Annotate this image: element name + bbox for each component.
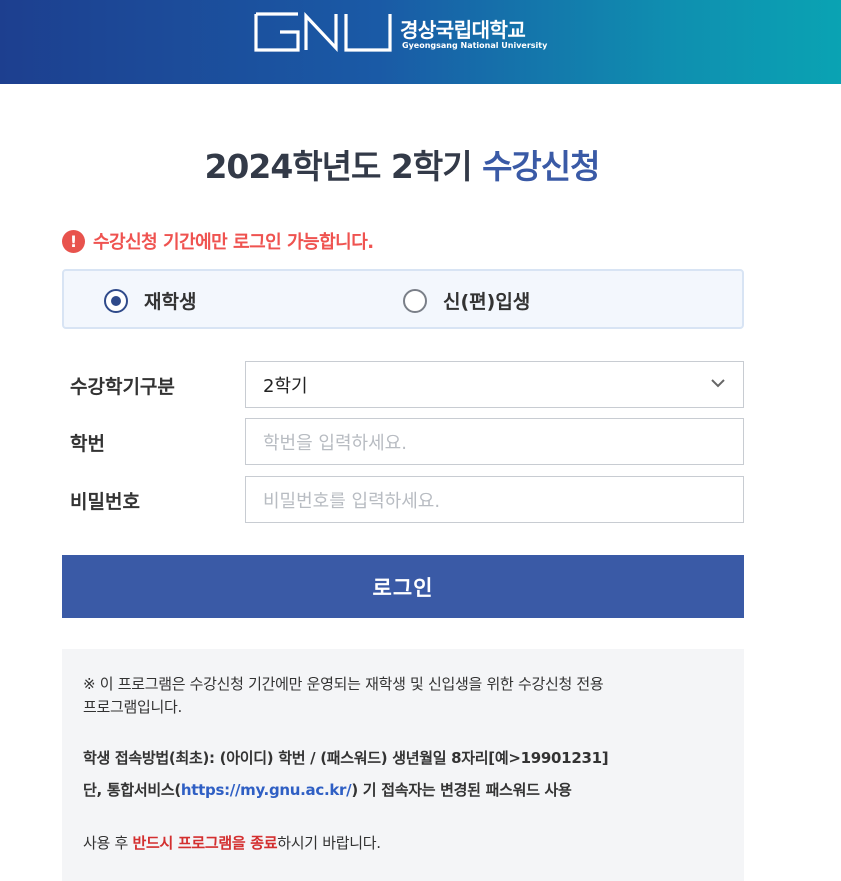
info-integrated-service: 단, 통합서비스(https://my.gnu.ac.kr/) 기 접속자는 변… [83,779,572,800]
university-name-kr: 경상국립대학교 [400,18,526,42]
radio-unchecked-icon[interactable] [403,288,427,313]
info-login-method: 학생 접속방법(최초): (아이디) 학번 / (패스워드) 생년월일 8자리[… [83,749,609,767]
title-prefix: 2024학년도 2학기 [204,147,483,186]
radio-label-new[interactable]: 신(편)입생 [443,287,530,314]
radio-enrolled-student[interactable]: 재학생 [104,287,196,314]
password-input[interactable]: 비밀번호를 입력하세요. [245,476,744,523]
university-name-en: Gyeongsang National University [402,41,548,50]
radio-label-enrolled[interactable]: 재학생 [144,287,196,314]
semester-select-value: 2학기 [263,375,308,397]
info-line5-prefix: 사용 후 [83,834,133,852]
gnu-logo-mark [254,12,392,52]
login-period-notice: ! 수강신청 기간에만 로그인 가능합니다. [62,228,374,254]
header-bar: 경상국립대학교 Gyeongsang National University [0,0,841,84]
chevron-down-icon [711,379,725,388]
info-line-2: 프로그램입니다. [83,698,182,716]
integrated-service-link[interactable]: https://my.gnu.ac.kr/ [181,781,352,799]
notice-text: 수강신청 기간에만 로그인 가능합니다. [93,232,374,253]
title-accent: 수강신청 [482,147,600,186]
semester-select[interactable]: 2학기 [245,361,744,408]
radio-checked-icon[interactable] [104,288,128,313]
login-button[interactable]: 로그인 [62,555,744,618]
semester-label: 수강학기구분 [70,376,175,398]
student-id-input[interactable]: 학번을 입력하세요. [245,418,744,465]
password-placeholder: 비밀번호를 입력하세요. [263,490,441,512]
university-logo[interactable]: 경상국립대학교 Gyeongsang National University [254,12,554,56]
exclamation-icon: ! [62,229,85,253]
student-type-selector: 재학생 신(편)입생 [62,269,744,329]
radio-new-student[interactable]: 신(편)입생 [403,287,530,314]
student-id-label: 학번 [70,433,105,455]
page-title: 2024학년도 2학기 수강신청 [0,140,804,188]
info-line4-suffix: ) 기 접속자는 변경된 패스워드 사용 [351,781,572,799]
student-id-placeholder: 학번을 입력하세요. [263,432,407,454]
password-label: 비밀번호 [70,491,140,513]
info-box: ※ 이 프로그램은 수강신청 기간에만 운영되는 재학생 및 신입생을 위한 수… [62,649,744,881]
info-line4-prefix: 단, 통합서비스( [83,781,181,799]
info-exit-notice: 사용 후 반드시 프로그램을 종료하시기 바랍니다. [83,832,381,853]
info-line-1: ※ 이 프로그램은 수강신청 기간에만 운영되는 재학생 및 신입생을 위한 수… [83,675,604,693]
info-line5-emphasis: 반드시 프로그램을 종료 [132,834,278,852]
info-line5-suffix: 하시기 바랍니다. [277,834,381,852]
